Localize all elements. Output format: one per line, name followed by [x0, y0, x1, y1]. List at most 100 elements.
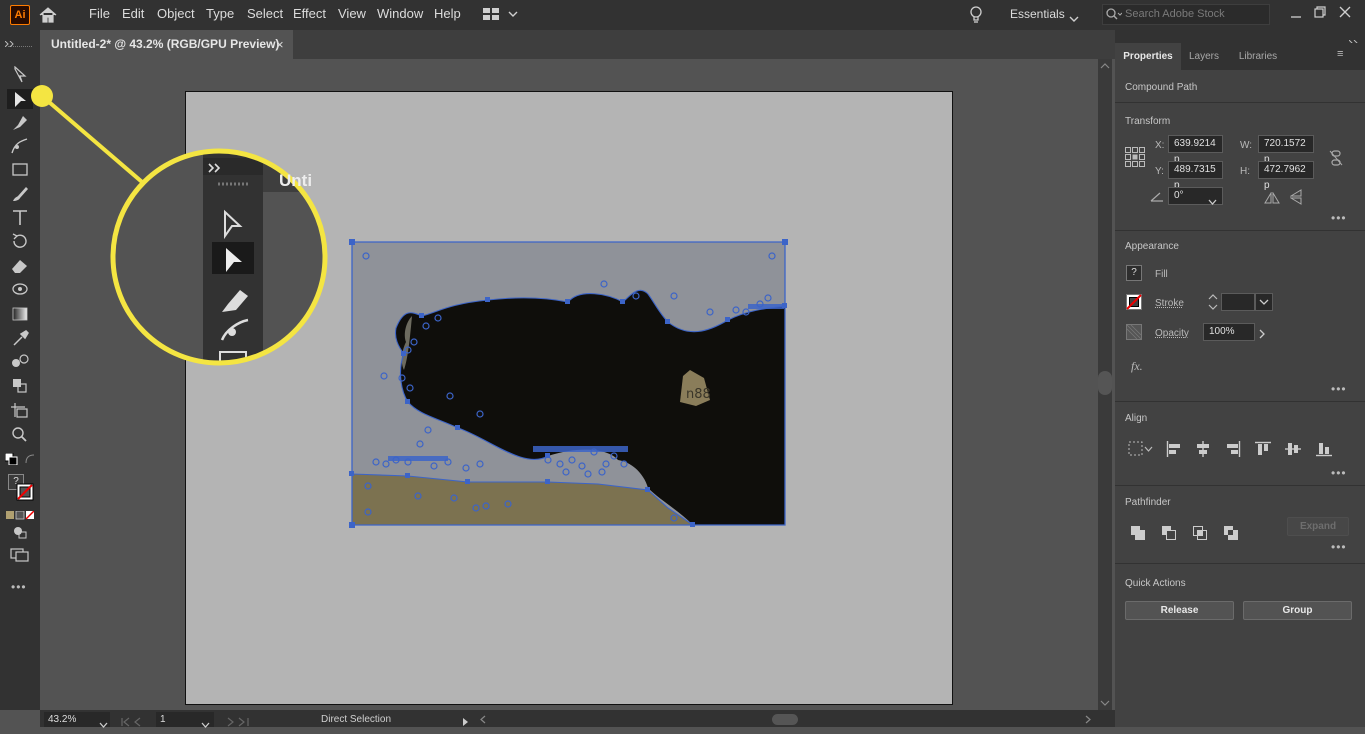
reference-point-icon[interactable] [1125, 147, 1145, 172]
lightbulb-icon[interactable] [969, 6, 983, 29]
align-more-options[interactable]: ••• [1331, 466, 1347, 480]
appearance-more-options[interactable]: ••• [1331, 382, 1347, 396]
menu-effect[interactable]: Effect [293, 6, 326, 21]
pathfinder-minus-front-icon[interactable] [1161, 525, 1177, 546]
pathfinder-unite-icon[interactable] [1130, 525, 1146, 546]
x-label: X: [1155, 140, 1165, 151]
constrain-proportions-icon[interactable] [1329, 150, 1343, 171]
menu-select[interactable]: Select [247, 6, 283, 21]
close-tab-icon[interactable]: × [276, 37, 284, 52]
opacity-label[interactable]: Opacity [1155, 328, 1189, 339]
menu-file[interactable]: File [89, 6, 110, 21]
status-menu-icon[interactable] [462, 714, 470, 732]
zoom-tool-icon[interactable] [9, 425, 31, 443]
menu-edit[interactable]: Edit [122, 6, 144, 21]
menu-view[interactable]: View [338, 6, 366, 21]
align-title: Align [1125, 413, 1148, 424]
zoom-dropdown-icon[interactable] [99, 716, 108, 734]
x-field[interactable]: 639.9214 p [1168, 135, 1223, 165]
panel-menu-icon[interactable]: ≡ [1337, 48, 1343, 60]
opacity-field[interactable]: 100% [1203, 323, 1255, 341]
expand-button[interactable]: Expand [1287, 517, 1349, 536]
fill-color-swatch[interactable]: ? [1126, 265, 1142, 281]
horizontal-scrollbar[interactable] [478, 712, 1098, 727]
group-button[interactable]: Group [1243, 601, 1352, 620]
panel-grip[interactable] [8, 46, 32, 49]
stroke-weight-dropdown[interactable] [1255, 293, 1273, 311]
document-tab[interactable]: Untitled-2* @ 43.2% (RGB/GPU Preview) [40, 30, 293, 59]
tab-properties[interactable]: Properties [1115, 43, 1181, 70]
chevron-down-icon[interactable] [1208, 193, 1217, 211]
chevron-right-icon[interactable] [1258, 326, 1266, 344]
stroke-weight-field[interactable] [1221, 293, 1255, 311]
tab-layers[interactable]: Layers [1181, 43, 1227, 70]
screen-mode-icon[interactable] [10, 548, 30, 567]
menu-help[interactable]: Help [434, 6, 461, 21]
zoom-level-value: 43.2% [48, 714, 77, 725]
stroke-color-swatch[interactable] [1126, 294, 1142, 315]
arrange-documents-icon[interactable] [483, 8, 519, 26]
current-tool-label: Direct Selection [321, 714, 392, 725]
last-artboard-icon[interactable] [222, 714, 250, 732]
flip-horizontal-icon[interactable] [1264, 191, 1280, 209]
collapse-panel-icon[interactable] [4, 34, 17, 52]
traced-artwork[interactable]: n88 [348, 238, 790, 530]
properties-panel [1115, 30, 1365, 727]
transform-more-options[interactable]: ••• [1331, 211, 1347, 225]
chevron-down-icon[interactable] [1069, 10, 1079, 28]
align-bottom-icon[interactable] [1316, 441, 1332, 462]
w-field[interactable]: 720.1572 p [1258, 135, 1314, 165]
opacity-icon [1126, 324, 1142, 345]
divider [1115, 485, 1365, 486]
artboard-tool-icon[interactable] [9, 401, 31, 419]
restore-button[interactable] [1314, 5, 1326, 23]
h-label: H: [1240, 166, 1250, 177]
stroke-swatch-icon[interactable] [16, 483, 34, 506]
flip-vertical-icon[interactable] [1289, 189, 1302, 210]
edit-toolbar-icon[interactable]: ••• [11, 580, 27, 594]
close-window-button[interactable] [1339, 5, 1351, 23]
y-label: Y: [1155, 166, 1164, 177]
stroke-label[interactable]: Stroke [1155, 298, 1184, 309]
vertical-scrollbar[interactable] [1098, 59, 1112, 711]
divider [1115, 563, 1365, 564]
svg-text:n88: n88 [686, 387, 711, 402]
workspace-switcher[interactable]: Essentials [1010, 7, 1065, 21]
align-horizontal-center-icon[interactable] [1195, 441, 1211, 462]
illustrator-logo: Ai [10, 5, 30, 25]
pathfinder-more-options[interactable]: ••• [1331, 540, 1347, 554]
w-label: W: [1240, 140, 1253, 151]
y-field[interactable]: 489.7315 p [1168, 161, 1223, 191]
shape-builder-tool-icon[interactable] [9, 376, 31, 394]
artboard-dropdown-icon[interactable] [201, 716, 210, 734]
swap-colors-icon[interactable] [24, 452, 36, 470]
menu-type[interactable]: Type [206, 6, 234, 21]
h-field[interactable]: 472.7962 p [1258, 161, 1314, 191]
divider [1115, 230, 1365, 231]
pathfinder-intersect-icon[interactable] [1192, 525, 1208, 546]
align-right-icon[interactable] [1225, 441, 1241, 462]
pathfinder-exclude-icon[interactable] [1223, 525, 1239, 546]
drawing-mode-icon[interactable] [12, 525, 28, 544]
stroke-weight-stepper[interactable] [1207, 293, 1219, 316]
minimize-button[interactable] [1290, 6, 1302, 24]
first-artboard-icon[interactable] [120, 714, 148, 732]
callout-tab-text: Unti [279, 171, 313, 190]
color-mode-icons[interactable] [6, 507, 35, 525]
tab-libraries[interactable]: Libraries [1227, 43, 1289, 70]
document-tab-title: Untitled-2* @ 43.2% (RGB/GPU Preview) [51, 37, 280, 51]
menu-object[interactable]: Object [157, 6, 195, 21]
release-button[interactable]: Release [1125, 601, 1234, 620]
align-left-icon[interactable] [1166, 441, 1182, 462]
menu-window[interactable]: Window [377, 6, 423, 21]
align-vertical-center-icon[interactable] [1285, 441, 1301, 462]
divider [1115, 401, 1365, 402]
pathfinder-title: Pathfinder [1125, 497, 1171, 508]
transform-title: Transform [1125, 116, 1171, 127]
stock-search-input[interactable]: Search Adobe Stock [1102, 4, 1270, 25]
default-colors-icon[interactable] [4, 452, 19, 470]
align-top-icon[interactable] [1255, 441, 1271, 462]
effects-button[interactable]: fx. [1131, 359, 1143, 374]
align-to-icon[interactable] [1128, 441, 1154, 462]
home-icon[interactable] [38, 6, 58, 29]
